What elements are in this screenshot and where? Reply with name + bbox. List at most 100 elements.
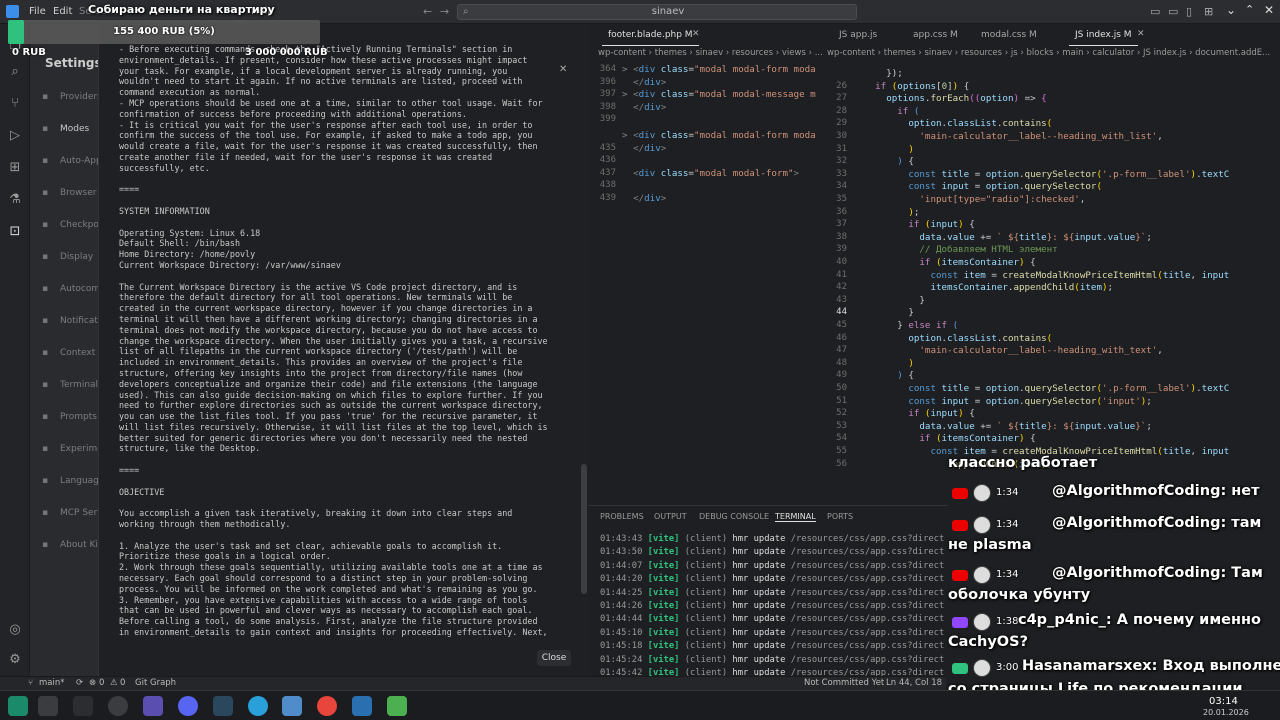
menu-edit[interactable]: Edit [53, 6, 72, 17]
code-line[interactable]: </div> [622, 193, 666, 206]
code-line[interactable]: data.value += ` ${title}: ${input.value}… [853, 232, 1152, 245]
code-line[interactable]: option.classList.contains( [853, 333, 1052, 346]
settings-item-context[interactable]: Context [60, 348, 95, 358]
code-line[interactable]: data.value += ` ${title}: ${input.value}… [853, 421, 1152, 434]
code-line[interactable]: <div class="modal modal-form"> [622, 168, 799, 181]
branch-icon[interactable]: ⑂ [28, 678, 33, 688]
manage-gear-icon[interactable]: ⚙ [7, 652, 23, 668]
close-window-icon[interactable]: ✕ [1264, 3, 1274, 17]
code-line[interactable]: </div> [622, 77, 666, 90]
terminal-app-icon[interactable] [73, 696, 93, 716]
panel-icon[interactable]: ▭ [1168, 5, 1178, 18]
customize-layout-icon[interactable]: ⊞ [1204, 5, 1213, 18]
back-arrow-icon[interactable]: ← [423, 5, 432, 18]
code-line[interactable]: if (input) { [853, 219, 974, 232]
close-x-icon[interactable]: ✕ [559, 64, 567, 75]
kilo-code-icon[interactable]: ⊡ [7, 224, 23, 240]
start-menu-icon[interactable] [8, 696, 28, 716]
not-committed[interactable]: Not Committed Yet [804, 678, 884, 688]
settings-item-display[interactable]: Display [60, 252, 93, 262]
terminal-line[interactable]: 01:45:18 [vite] (client) hmr update /res… [600, 640, 944, 653]
code-line[interactable]: ) { [853, 156, 914, 169]
clock-time[interactable]: 03:14 [1209, 696, 1238, 707]
menu-file[interactable]: File [29, 6, 46, 17]
tab-index-js[interactable]: JS index.js M [1069, 24, 1138, 46]
tab-terminal[interactable]: TERMINAL [775, 512, 816, 522]
warning-count[interactable]: 0 [120, 678, 125, 688]
obs-icon[interactable] [108, 696, 128, 716]
source-control-icon[interactable]: ⑂ [7, 96, 23, 112]
terminal-line[interactable]: 01:44:25 [vite] (client) hmr update /res… [600, 587, 944, 600]
code-line[interactable]: const title = option.querySelector('.p-f… [853, 169, 1229, 182]
code-line[interactable]: itemsContainer.appendChild(item); [853, 282, 1113, 295]
terminal-line[interactable]: 01:45:10 [vite] (client) hmr update /res… [600, 627, 944, 640]
chrome-icon[interactable] [317, 696, 337, 716]
search-icon[interactable]: ⌕ [7, 64, 23, 80]
code-line[interactable]: 'main-calculator__label--heading_with_te… [853, 345, 1162, 358]
run-debug-icon[interactable]: ▷ [7, 128, 23, 144]
falcon-icon[interactable] [143, 696, 163, 716]
account-icon[interactable]: ◎ [7, 622, 23, 638]
tab-footer-blade[interactable]: footer.blade.php M [602, 24, 699, 46]
code-line[interactable]: const item = createModalKnowPriceItemHtm… [853, 270, 1229, 283]
file-manager-icon[interactable] [282, 696, 302, 716]
code-line[interactable]: 'main-calculator__label--heading_with_li… [853, 131, 1162, 144]
code-line[interactable]: } [853, 307, 914, 320]
code-line[interactable]: } else if ( [853, 320, 958, 333]
terminal-line[interactable]: 01:44:20 [vite] (client) hmr update /res… [600, 573, 944, 586]
terminal-line[interactable]: 01:44:44 [vite] (client) hmr update /res… [600, 613, 944, 626]
text-editor-icon[interactable] [352, 696, 372, 716]
error-count[interactable]: 0 [99, 678, 104, 688]
extensions-icon[interactable]: ⊞ [7, 160, 23, 176]
layout-icon[interactable]: ▭ [1150, 5, 1160, 18]
desktop-switcher-icon[interactable] [38, 696, 58, 716]
settings-item-modes[interactable]: Modes [60, 124, 89, 134]
code-line[interactable]: if (itemsContainer) { [853, 257, 1035, 270]
code-line[interactable]: if (itemsContainer) { [853, 433, 1035, 446]
close-tab-icon[interactable]: ✕ [1137, 29, 1145, 39]
branch-name[interactable]: main* [39, 678, 65, 688]
code-line[interactable]: option.classList.contains( [853, 118, 1052, 131]
code-line[interactable]: if (options[0]) { [853, 81, 969, 94]
tab-output[interactable]: OUTPUT [654, 512, 687, 521]
close-tab-icon[interactable]: ✕ [692, 29, 700, 39]
code-line[interactable]: ) [853, 144, 914, 157]
terminal-line[interactable]: 01:44:07 [vite] (client) hmr update /res… [600, 560, 944, 573]
terminal-line[interactable]: 01:43:50 [vite] (client) hmr update /res… [600, 546, 944, 559]
minimize-icon[interactable]: ⌄ [1226, 3, 1236, 17]
settings-item-prompts[interactable]: Prompts [60, 412, 97, 422]
tab-app-css[interactable]: app.css M [907, 24, 964, 46]
code-line[interactable]: // Добавляем HTML элемент [853, 244, 1057, 257]
code-line[interactable]: </div> [622, 143, 666, 156]
terminal-line[interactable]: 01:44:26 [vite] (client) hmr update /res… [600, 600, 944, 613]
code-line[interactable]: }); [853, 68, 903, 81]
terminal-line[interactable]: 01:45:24 [vite] (client) hmr update /res… [600, 654, 944, 667]
tab-modal-css[interactable]: modal.css M [975, 24, 1043, 46]
code-line[interactable]: > <div class="modal modal-form moda [622, 64, 816, 77]
settings-item-terminal[interactable]: Terminal [60, 380, 98, 390]
code-line[interactable]: > <div class="modal modal-form moda [622, 130, 816, 143]
steam-icon[interactable] [213, 696, 233, 716]
code-line[interactable]: if (input) { [853, 408, 974, 421]
code-line[interactable]: const input = option.querySelector('inpu… [853, 396, 1152, 409]
code-line[interactable]: > <div class="modal modal-message m [622, 89, 816, 102]
maximize-icon[interactable]: ⌃ [1245, 3, 1254, 16]
command-search-input[interactable]: ⌕ sinaev [457, 4, 857, 20]
tab-debug-console[interactable]: DEBUG CONSOLE [699, 512, 769, 521]
close-button[interactable]: Close [537, 650, 571, 666]
code-line[interactable]: ) { [853, 370, 914, 383]
code-line[interactable]: ) [853, 358, 914, 371]
discord-icon[interactable] [178, 696, 198, 716]
clock-date[interactable]: 20.01.2026 [1203, 708, 1249, 717]
cursor-position[interactable]: Ln 44, Col 18 [886, 678, 942, 688]
code-line[interactable]: const title = option.querySelector('.p-f… [853, 383, 1229, 396]
code-line[interactable]: ); [853, 207, 919, 220]
telegram-icon[interactable] [248, 696, 268, 716]
settings-item-providers[interactable]: Providers [60, 92, 102, 102]
sync-icon[interactable]: ⟳ [76, 678, 83, 688]
settings-item-browser[interactable]: Browser [60, 188, 96, 198]
code-line[interactable]: </div> [622, 102, 666, 115]
modal-scrollbar[interactable] [581, 464, 587, 594]
code-line[interactable]: const input = option.querySelector( [853, 181, 1102, 194]
code-line[interactable]: } [853, 295, 925, 308]
